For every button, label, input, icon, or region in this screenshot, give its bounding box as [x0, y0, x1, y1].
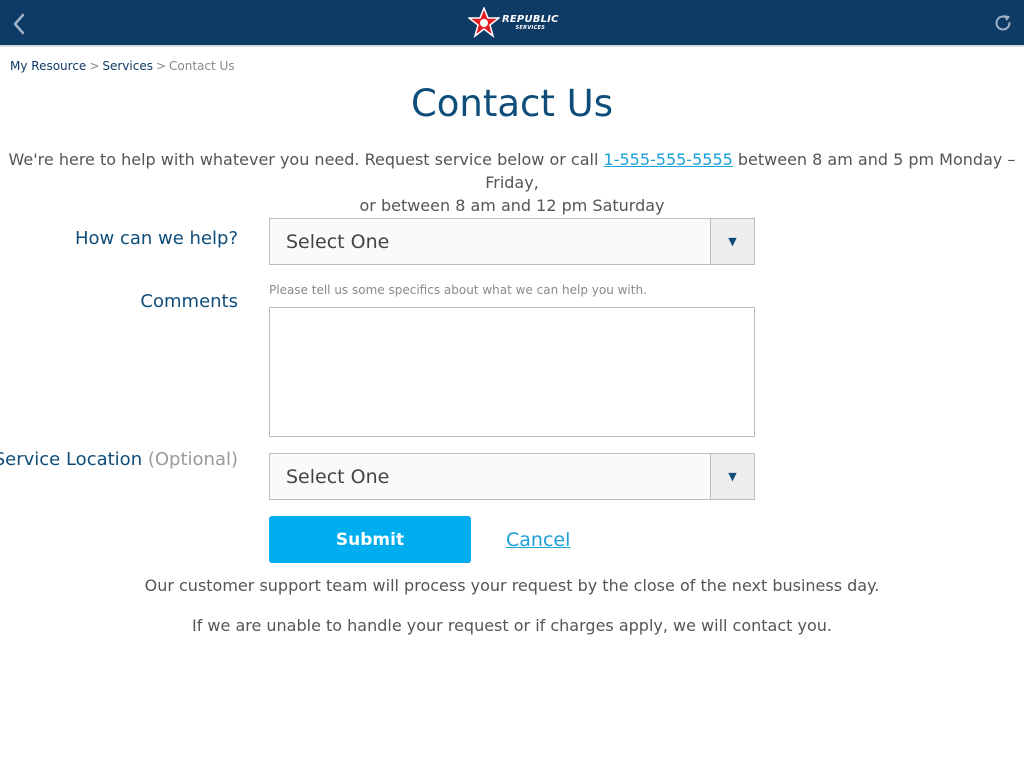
service-location-select-value: Select One — [286, 466, 390, 488]
logo-line1: REPUBLIC — [502, 14, 559, 25]
logo-text: REPUBLIC SERVICES — [502, 15, 559, 31]
optional-tag: (Optional) — [147, 449, 238, 470]
submit-button[interactable]: Submit — [269, 516, 471, 563]
triangle-down-icon: ▼ — [728, 235, 737, 248]
help-select[interactable]: Select One ▼ — [269, 218, 755, 265]
phone-link[interactable]: 1-555-555-5555 — [604, 150, 733, 169]
comments-textarea[interactable] — [269, 307, 755, 437]
breadcrumb-separator: > — [89, 59, 100, 73]
star-logo-icon — [468, 7, 500, 38]
help-select-value: Select One — [286, 231, 390, 253]
help-label: How can we help? — [74, 228, 238, 249]
breadcrumb-my-resource[interactable]: My Resource — [10, 59, 86, 73]
help-select-dropdown[interactable]: ▼ — [710, 219, 754, 264]
processing-note: Our customer support team will process y… — [144, 576, 880, 595]
breadcrumb-current: Contact Us — [169, 59, 235, 73]
refresh-icon — [995, 15, 1011, 31]
intro-text: We're here to help with whatever you nee… — [0, 148, 1024, 217]
page-title: Contact Us — [410, 82, 614, 125]
intro-text-line2: or between 8 am and 12 pm Saturday — [359, 196, 665, 215]
republic-services-logo: REPUBLIC SERVICES — [468, 7, 559, 39]
service-location-select[interactable]: Select One ▼ — [269, 453, 755, 500]
service-location-select-dropdown[interactable]: ▼ — [710, 454, 754, 499]
charges-note: If we are unable to handle your request … — [191, 616, 832, 635]
refresh-button[interactable] — [992, 12, 1014, 34]
triangle-down-icon: ▼ — [728, 470, 737, 483]
intro-text-before: We're here to help with whatever you nee… — [8, 150, 604, 169]
back-button[interactable] — [8, 12, 30, 36]
comments-hint: Please tell us some specifics about what… — [269, 283, 647, 297]
breadcrumb: My Resource > Services > Contact Us — [10, 59, 235, 73]
service-location-label: Service Location (Optional) — [0, 449, 238, 470]
breadcrumb-separator: > — [155, 59, 167, 73]
chevron-left-icon — [13, 13, 25, 35]
comments-label: Comments — [140, 291, 238, 312]
top-nav-bar: REPUBLIC SERVICES — [0, 0, 1024, 47]
service-location-label-text: Service Location — [0, 449, 143, 470]
cancel-link[interactable]: Cancel — [506, 529, 570, 551]
breadcrumb-services[interactable]: Services — [102, 59, 153, 73]
logo-line2: SERVICES — [515, 25, 546, 31]
